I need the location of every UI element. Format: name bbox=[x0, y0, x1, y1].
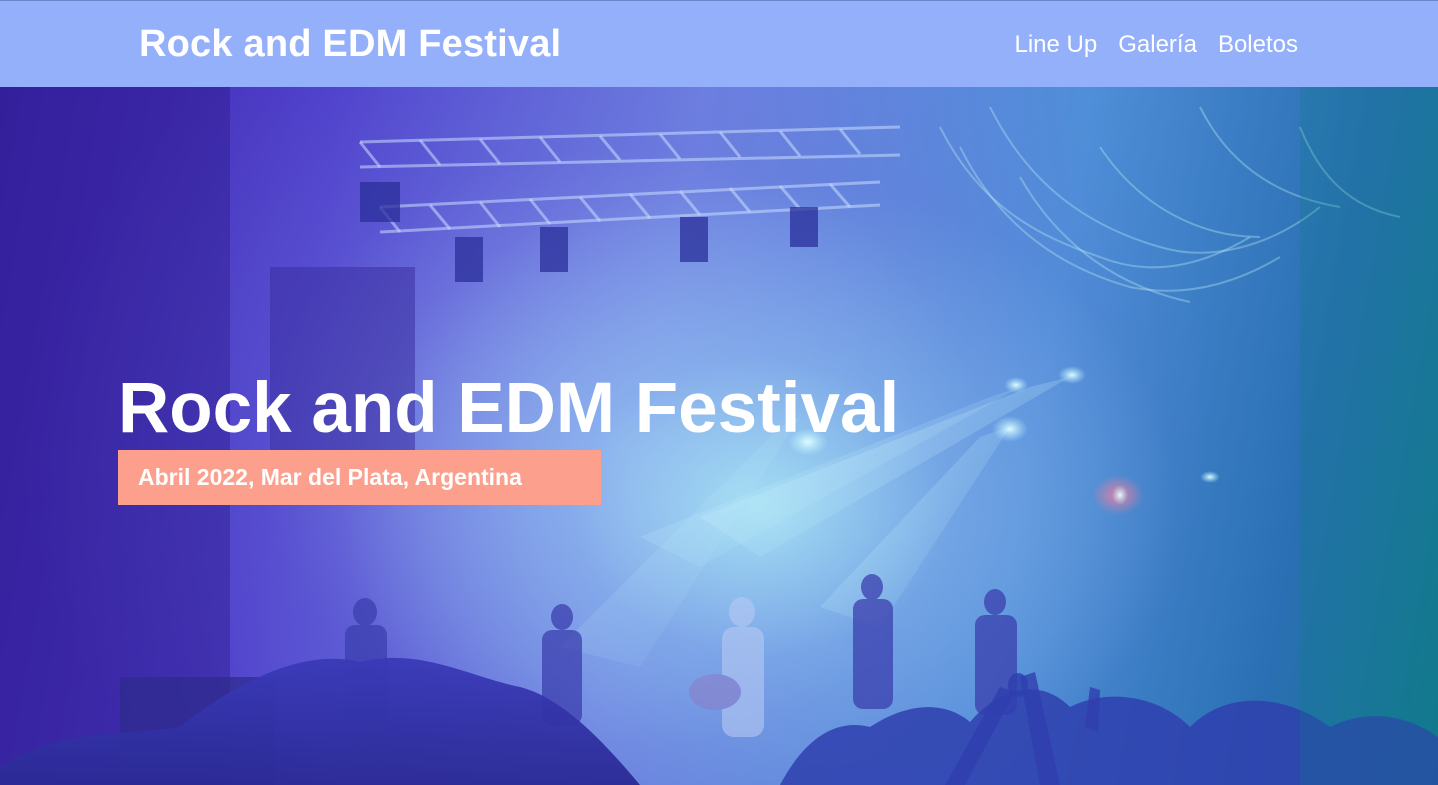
nav-link-boletos[interactable]: Boletos bbox=[1218, 30, 1298, 60]
event-date-location-badge: Abril 2022, Mar del Plata, Argentina bbox=[118, 450, 601, 505]
page: Rock and EDM Festival Line Up Galería Bo… bbox=[0, 0, 1438, 785]
nav-link-galeria[interactable]: Galería bbox=[1118, 30, 1197, 60]
main-nav: Line Up Galería Boletos bbox=[1015, 30, 1299, 60]
site-header: Rock and EDM Festival Line Up Galería Bo… bbox=[0, 0, 1438, 87]
hero-section: Rock and EDM Festival Abril 2022, Mar de… bbox=[0, 87, 1438, 785]
nav-link-line-up[interactable]: Line Up bbox=[1015, 30, 1098, 60]
hero-title: Rock and EDM Festival bbox=[118, 369, 900, 448]
site-logo-text[interactable]: Rock and EDM Festival bbox=[139, 22, 561, 66]
